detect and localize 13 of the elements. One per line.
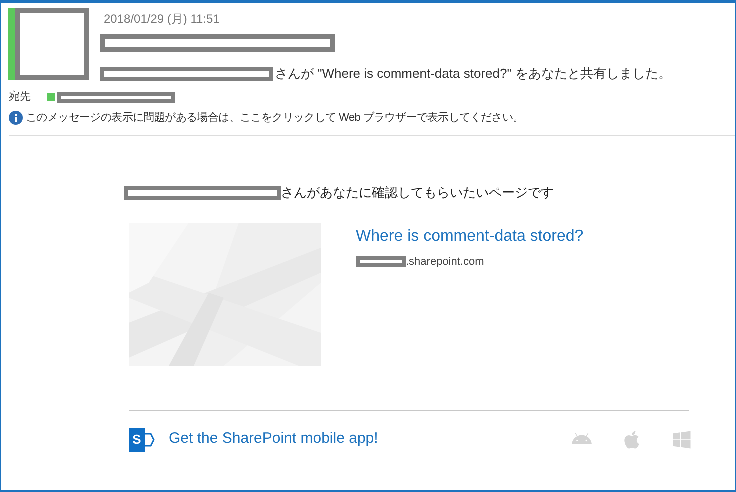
- apple-icon[interactable]: [622, 430, 642, 450]
- intro-text: さんがあなたに確認してもらいたいページです: [281, 184, 554, 202]
- mobile-app-link[interactable]: Get the SharePoint mobile app!: [169, 428, 378, 451]
- windows-icon[interactable]: [672, 430, 692, 450]
- to-label: 宛先: [9, 90, 32, 105]
- page-title-link[interactable]: Where is comment-data stored?: [356, 224, 584, 248]
- info-icon: [9, 110, 23, 125]
- info-notice[interactable]: このメッセージの表示に問題がある場合は、ここをクリックして Web ブラウザーで表示してください。: [26, 110, 524, 126]
- redaction-bar: [356, 256, 406, 268]
- message-date: 2018/01/29 (月) 11:51: [104, 11, 221, 28]
- sharepoint-logo: S: [129, 428, 155, 452]
- shared-message: さんが "Where is comment-data stored?" をあなたと共有しました。: [275, 66, 672, 81]
- site-domain: .sharepoint.com: [406, 254, 484, 270]
